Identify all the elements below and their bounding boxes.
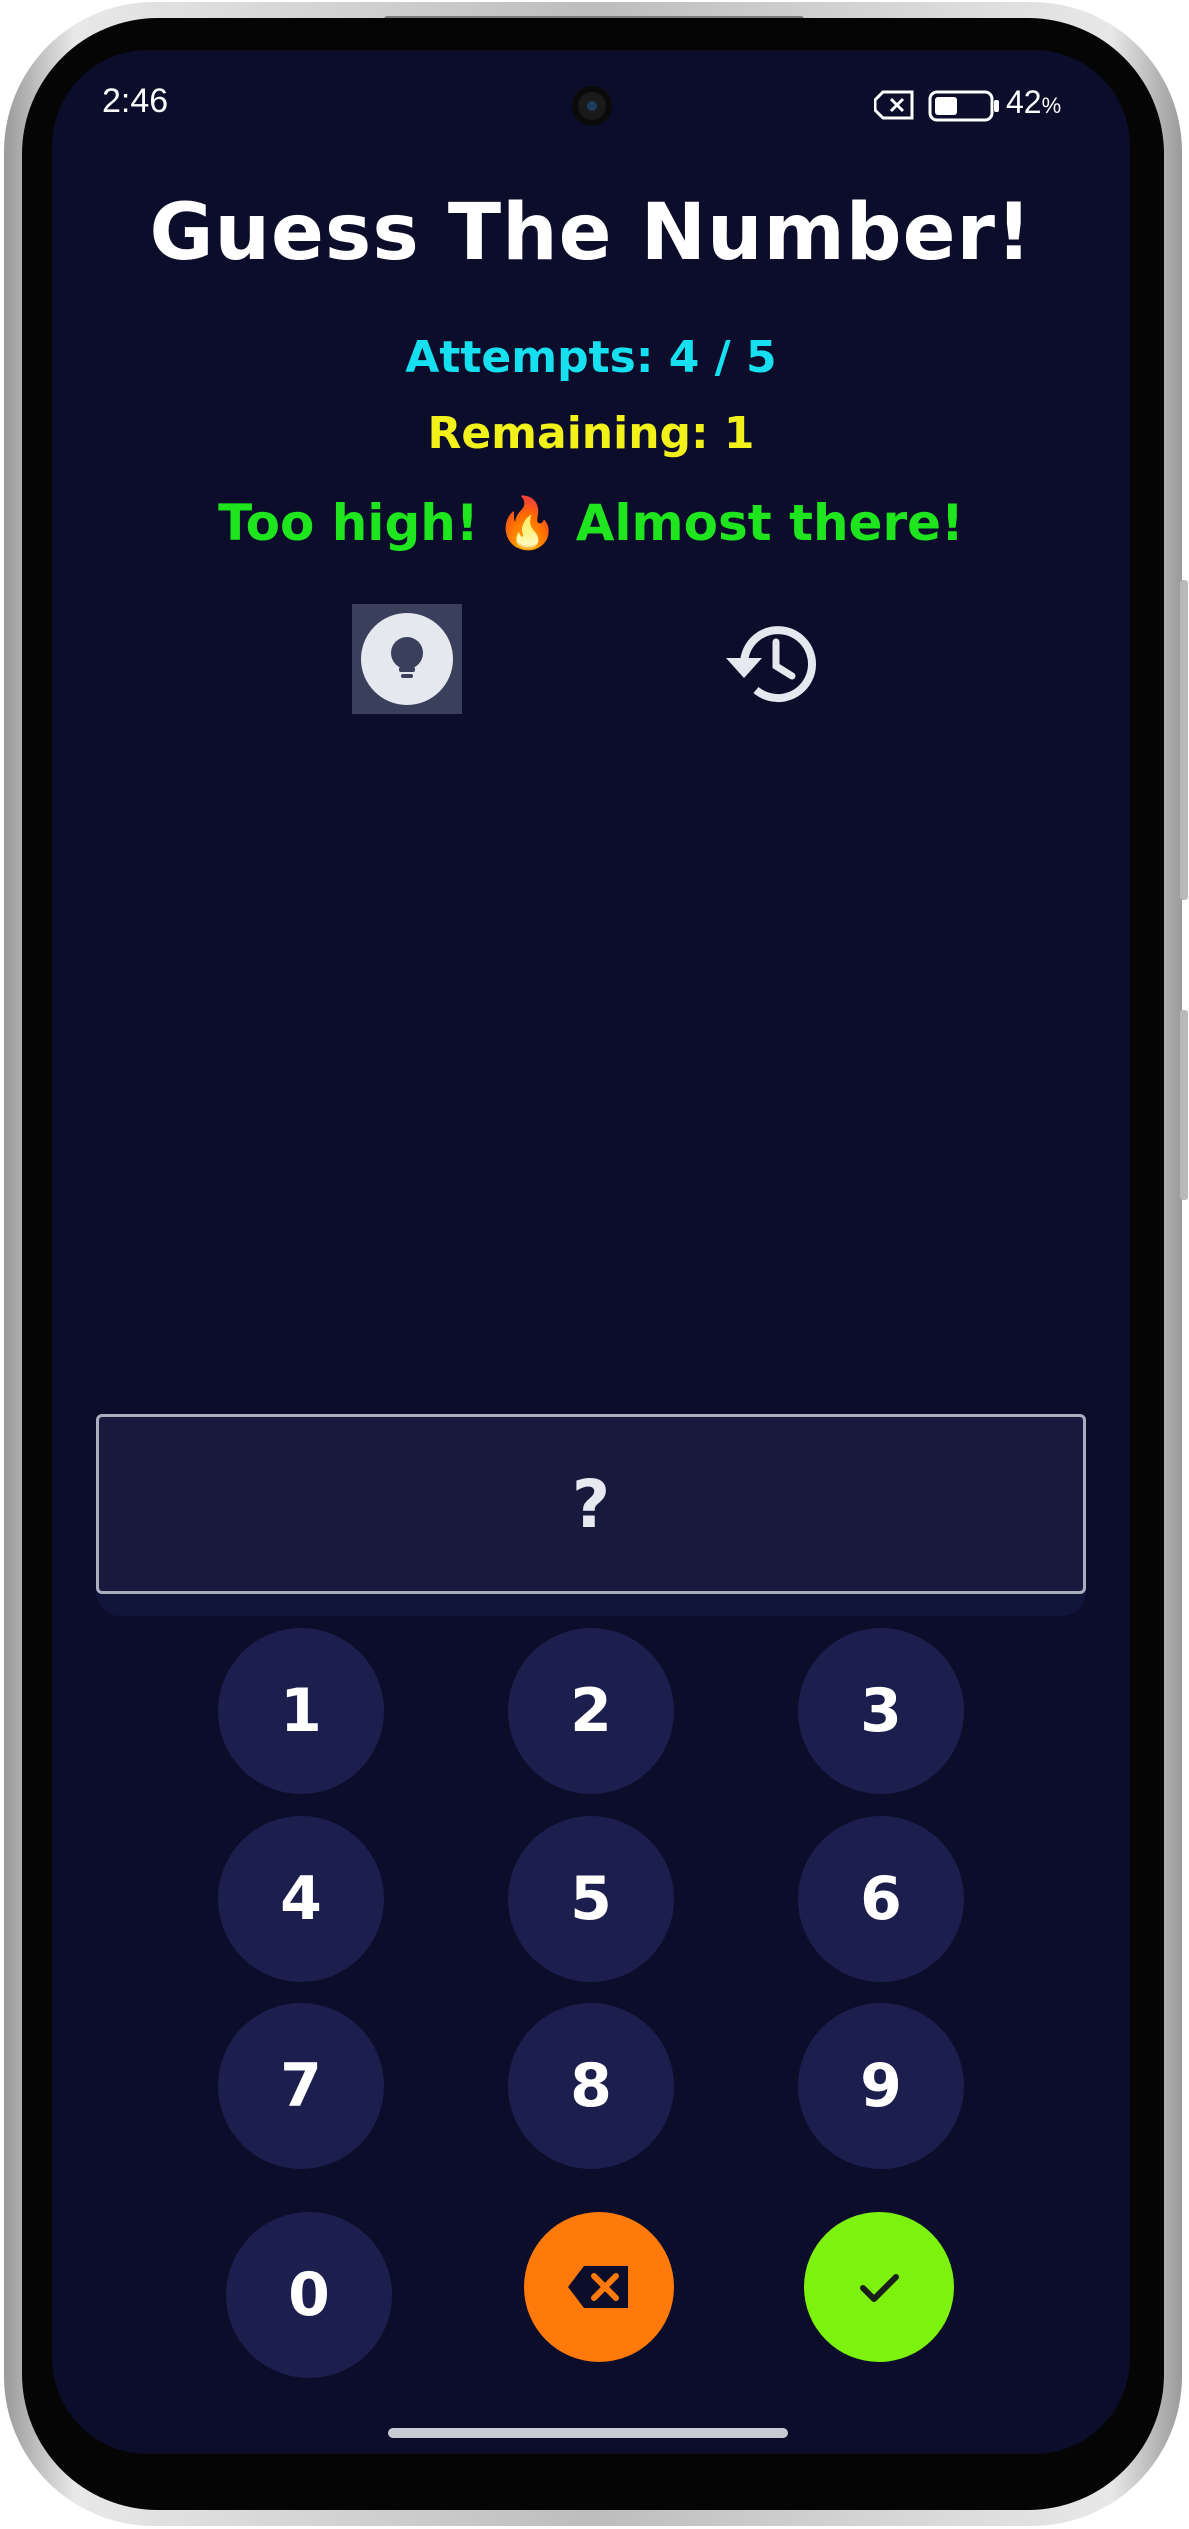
key-9[interactable]: 9 (798, 2003, 964, 2169)
home-indicator[interactable] (388, 2428, 788, 2438)
key-4[interactable]: 4 (218, 1816, 384, 1982)
key-6[interactable]: 6 (798, 1816, 964, 1982)
key-2[interactable]: 2 (508, 1628, 674, 1794)
volume-button (1180, 580, 1188, 900)
remaining-counter: Remaining: 1 (427, 408, 755, 459)
status-bar: 2:46 42% (52, 50, 1130, 160)
key-1[interactable]: 1 (218, 1628, 384, 1794)
attempts-counter: Attempts: 4 / 5 (405, 332, 777, 383)
power-button (1180, 1010, 1188, 1200)
app-screen: 2:46 42% Guess The Number! Attempts: 4 /… (52, 50, 1130, 2454)
key-3[interactable]: 3 (798, 1628, 964, 1794)
backspace-icon (568, 2266, 628, 2308)
front-camera (572, 86, 612, 126)
checkmark-icon (860, 2274, 899, 2302)
submit-button[interactable] (804, 2212, 954, 2362)
history-icon[interactable] (722, 614, 822, 714)
key-5[interactable]: 5 (508, 1816, 674, 1982)
sim-off-icon (874, 90, 914, 120)
lightbulb-icon (361, 613, 453, 705)
delete-button[interactable] (524, 2212, 674, 2362)
key-7[interactable]: 7 (218, 2003, 384, 2169)
status-time: 2:46 (102, 82, 169, 120)
battery-percentage: 42% (1006, 84, 1062, 120)
feedback-message: Too high! 🔥 Almost there! (218, 494, 964, 552)
page-title: Guess The Number! (149, 188, 1033, 278)
guess-display: ? (96, 1414, 1086, 1594)
hint-button[interactable] (352, 604, 462, 714)
key-8[interactable]: 8 (508, 2003, 674, 2169)
battery-icon (928, 90, 999, 122)
key-0[interactable]: 0 (226, 2212, 392, 2378)
